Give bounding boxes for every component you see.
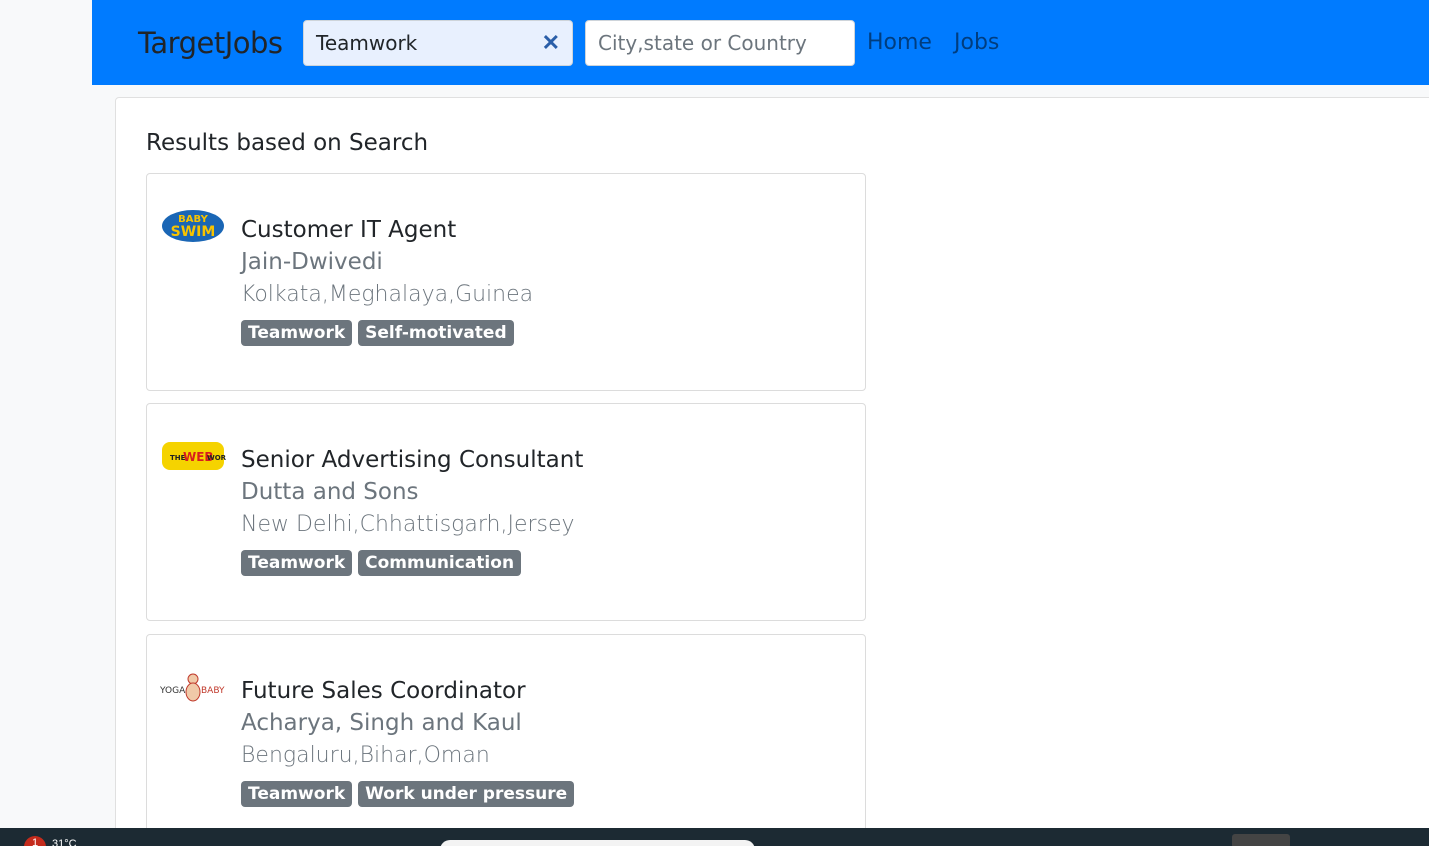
company-logo-the-web-works: THE WEB WORKS — [160, 438, 226, 474]
taskbar-search-box[interactable] — [440, 840, 755, 846]
job-title[interactable]: Customer IT Agent — [241, 217, 456, 243]
job-title[interactable]: Senior Advertising Consultant — [241, 447, 583, 473]
location-search-input[interactable] — [585, 20, 855, 66]
skill-tag: Self-motivated — [358, 320, 514, 346]
skill-tag: Teamwork — [241, 320, 353, 346]
weather-temp[interactable]: 31°C — [52, 838, 77, 846]
company-name: Acharya, Singh and Kaul — [241, 710, 522, 736]
logo-text: BABY — [201, 686, 225, 696]
job-card[interactable]: YOGA BABY Future Sales Coordinator Achar… — [146, 634, 866, 846]
nav-link-jobs[interactable]: Jobs — [954, 30, 999, 55]
top-navbar: TargetJobs Teamwork ✕ Home Jobs — [92, 0, 1429, 85]
clear-search-icon[interactable]: ✕ — [542, 30, 560, 56]
taskbar-app-icon[interactable] — [1232, 834, 1290, 846]
notification-badge[interactable]: 1 — [24, 836, 46, 846]
results-heading: Results based on Search — [146, 130, 429, 156]
keyword-search-field[interactable]: Teamwork ✕ — [303, 20, 573, 66]
job-card[interactable]: THE WEB WORKS Senior Advertising Consult… — [146, 403, 866, 621]
job-location: Kolkata,Meghalaya,Guinea — [241, 282, 534, 307]
skill-tags: Teamwork Communication — [241, 550, 522, 576]
company-name: Jain-Dwivedi — [241, 249, 383, 275]
logo-text: WORKS — [207, 454, 226, 462]
skill-tag: Communication — [358, 550, 522, 576]
job-card[interactable]: BABY SWIM Customer IT Agent Jain-Dwivedi… — [146, 173, 866, 391]
os-taskbar: 1 31°C — [0, 828, 1429, 846]
logo-text: SWIM — [171, 224, 216, 240]
company-logo-baby-swim: BABY SWIM — [160, 208, 226, 244]
logo-text: YOGA — [160, 686, 186, 696]
nav-link-home[interactable]: Home — [867, 30, 932, 55]
keyword-search-input[interactable]: Teamwork — [316, 31, 542, 55]
company-logo-yoga-baby: YOGA BABY — [160, 669, 226, 705]
company-name: Dutta and Sons — [241, 479, 419, 505]
job-title[interactable]: Future Sales Coordinator — [241, 678, 526, 704]
skill-tags: Teamwork Self-motivated — [241, 320, 514, 346]
skill-tags: Teamwork Work under pressure — [241, 781, 575, 807]
job-location: New Delhi,Chhattisgarh,Jersey — [241, 512, 575, 537]
skill-tag: Teamwork — [241, 781, 353, 807]
results-panel: Results based on Search BABY SWIM Custom… — [115, 97, 1429, 846]
brand-logo[interactable]: TargetJobs — [138, 26, 283, 60]
skill-tag: Teamwork — [241, 550, 353, 576]
job-location: Bengaluru,Bihar,Oman — [241, 743, 490, 768]
skill-tag: Work under pressure — [358, 781, 575, 807]
